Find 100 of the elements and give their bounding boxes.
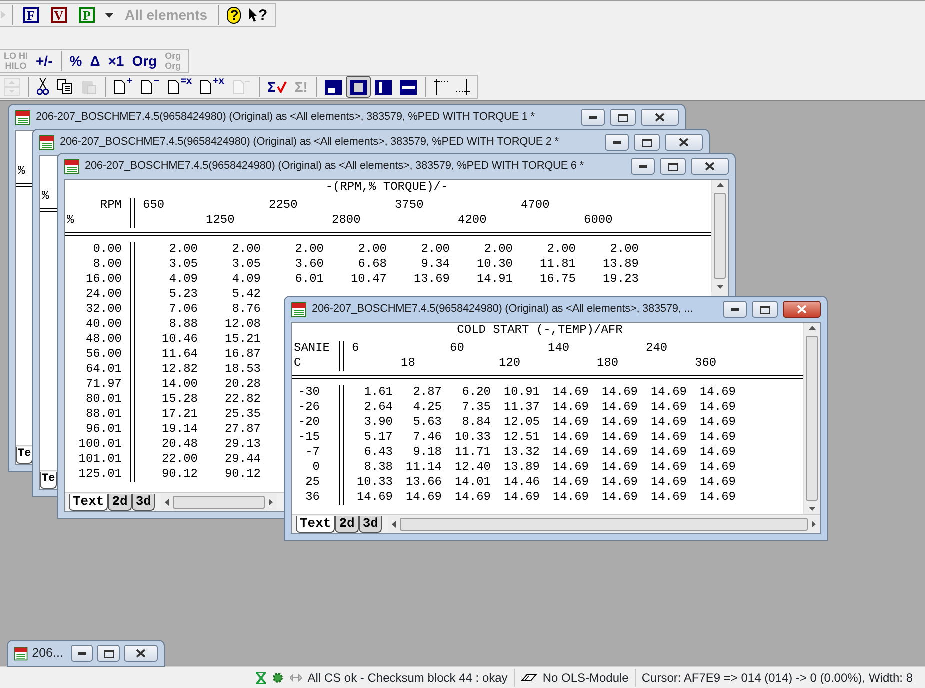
table-cell: 8.84 [462, 415, 491, 429]
table-cell: 2.00 [358, 242, 387, 256]
toolbar-button[interactable]: F [17, 4, 45, 26]
view-tab[interactable]: 2d [108, 494, 132, 510]
table-cell: 2.00 [169, 242, 198, 256]
document-icon [200, 79, 212, 95]
maximize-button[interactable] [610, 109, 636, 126]
view-tab[interactable]: 2d [335, 516, 359, 532]
table-cell: 14.69 [552, 400, 589, 414]
down-arrow-icon [716, 285, 724, 289]
table-cell: 11.14 [406, 460, 442, 474]
pointer-icon [249, 8, 258, 22]
context-help-button[interactable]: ? [245, 4, 272, 26]
table-cell: 14.69 [650, 415, 687, 429]
toolbar-button[interactable]: + [110, 76, 137, 98]
maximize-button[interactable] [752, 301, 778, 318]
window-title: 206... [32, 645, 64, 662]
view-tab[interactable]: Te [40, 472, 58, 488]
view-tab[interactable]: Te [16, 446, 34, 464]
axis-label: RPM [100, 198, 122, 212]
row-header: 125.01 [78, 467, 122, 481]
table-cell: 10.46 [162, 332, 198, 346]
table-cell: 14.69 [552, 415, 589, 429]
toolbar-button[interactable]: =x [164, 76, 196, 98]
table-cell: 12.05 [504, 415, 540, 429]
minimized-window[interactable]: 206... [7, 640, 165, 667]
close-button[interactable] [124, 645, 158, 662]
toolbar-button[interactable]: % [66, 50, 86, 72]
minimize-button[interactable] [631, 158, 655, 175]
window-title: 206-207_BOSCHME7.4.5(9658424980) (Original) as <All elements>, 383579, ... [312, 302, 694, 318]
toolbar-button[interactable]: V [45, 4, 73, 26]
table-cell: 2.00 [232, 242, 261, 256]
copy-icon [57, 79, 73, 95]
table-cell: 4.25 [413, 400, 442, 414]
table-cell: 14.69 [602, 430, 638, 444]
restore-button[interactable] [96, 645, 120, 662]
map-icon [291, 302, 307, 318]
check-icon [276, 81, 287, 93]
close-icon [655, 113, 665, 122]
scroll-thumb[interactable] [806, 336, 818, 501]
row-header: 88.01 [86, 407, 122, 421]
view-tab[interactable]: 3d [358, 516, 382, 532]
document-icon [140, 79, 153, 95]
toolbar-button[interactable]: ×1 [104, 50, 128, 72]
minimize-button[interactable] [581, 109, 605, 126]
scroll-thumb[interactable] [173, 496, 266, 508]
table-cell: 14.69 [650, 385, 687, 399]
table-cell: 27.87 [224, 422, 261, 436]
close-button[interactable] [691, 158, 729, 175]
module-status: No OLS-Module [542, 670, 629, 686]
table-cell: 12.51 [504, 430, 540, 444]
table-cell: 14.69 [700, 415, 736, 429]
right-arrow-icon [269, 498, 274, 506]
minimize-button[interactable] [605, 134, 629, 151]
scroll-thumb[interactable] [400, 518, 808, 530]
toolbar-button[interactable]: +/- [32, 50, 57, 72]
table-cell: 8.76 [232, 302, 261, 316]
map-icon [15, 110, 31, 126]
table-cell: 5.23 [169, 287, 198, 301]
help-button[interactable]: ? [223, 4, 246, 26]
layout-icon [374, 80, 392, 94]
up-arrow-icon [808, 326, 816, 330]
minimize-button[interactable] [71, 645, 93, 662]
maximize-button[interactable] [660, 158, 686, 175]
table-cell: 2.00 [610, 242, 639, 256]
table-cell: 4.09 [232, 272, 261, 286]
view-tab[interactable]: 3d [132, 494, 156, 510]
scroll-thumb[interactable] [714, 193, 726, 279]
cursor-status: Cursor: AF7E9 => 014 (014) -> 0 (0.00%), Width: 8 [642, 670, 913, 686]
table-cell: 11.37 [504, 400, 540, 414]
view-button[interactable] [346, 76, 371, 98]
axis-label: C [294, 356, 302, 370]
maximize-button[interactable] [634, 134, 660, 151]
vertical-scrollbar[interactable] [803, 323, 820, 514]
toolbar-button[interactable]: Org [128, 50, 162, 72]
table-cell: 7.46 [413, 430, 442, 444]
close-button[interactable] [783, 301, 821, 318]
table-cell: 14.69 [602, 385, 638, 399]
table-cell: 14.01 [454, 475, 491, 489]
row-header: 101.01 [78, 452, 122, 466]
toolbar-button[interactable]: Δ [86, 50, 104, 72]
horizontal-scrollbar[interactable] [388, 516, 820, 532]
column-header: 6000 [584, 213, 613, 227]
checksum-button[interactable]: Σ [264, 76, 291, 98]
horizontal-scrollbar[interactable] [161, 494, 278, 510]
vertical-scrollbar[interactable] [711, 180, 728, 292]
minimize-icon [613, 141, 621, 144]
close-button[interactable] [665, 134, 703, 151]
axis-label: % [67, 213, 74, 227]
table-cell: 14.69 [650, 430, 687, 444]
toolbar-button[interactable]: P [73, 4, 101, 26]
table-cell: 13.69 [414, 272, 450, 286]
table-cell: 7.35 [462, 400, 491, 414]
toolbar-button[interactable]: +x [196, 76, 228, 98]
table-cell: 90.12 [162, 467, 198, 481]
toolbar-button[interactable]: − [136, 76, 164, 98]
close-button[interactable] [641, 109, 679, 126]
view-tab[interactable]: Text [296, 516, 336, 532]
view-tab[interactable]: Text [69, 494, 108, 510]
minimize-button[interactable] [723, 301, 747, 318]
